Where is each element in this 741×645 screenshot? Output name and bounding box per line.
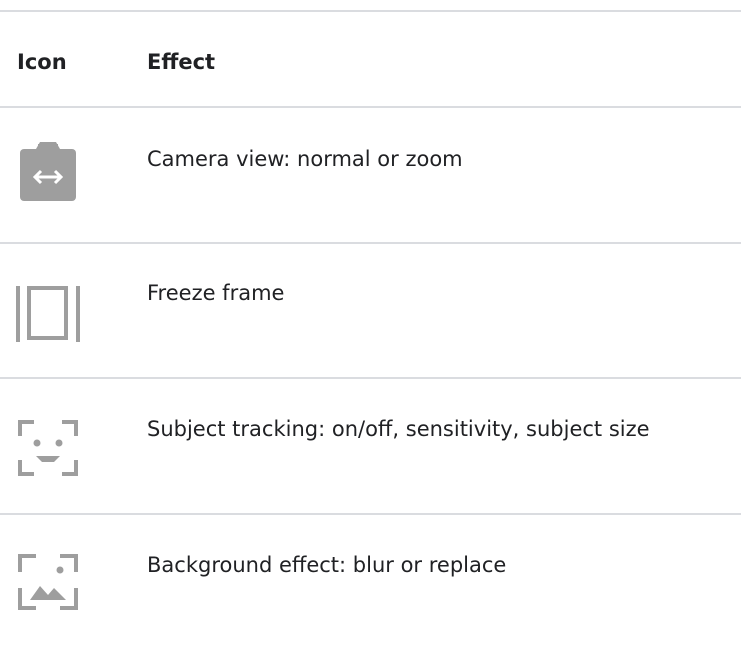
row-divider [0,242,741,244]
effect-background-effect: Background effect: blur or replace [147,553,507,577]
effect-camera-view: Camera view: normal or zoom [147,147,463,171]
subject-tracking-icon [16,414,80,478]
table-top-divider [0,10,741,12]
row-divider [0,377,741,379]
row-divider [0,513,741,515]
header-icon: Icon [17,50,67,74]
camera-view-icon [16,140,80,204]
header-divider [0,106,741,108]
effect-subject-tracking: Subject tracking: on/off, sensitivity, s… [147,417,650,441]
background-effect-icon [16,548,80,612]
header-effect: Effect [147,50,216,74]
effect-freeze-frame: Freeze frame [147,281,285,305]
freeze-frame-icon [16,282,80,346]
